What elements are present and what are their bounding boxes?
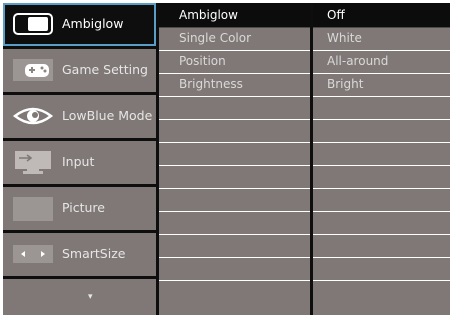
gamepad-icon bbox=[13, 59, 53, 81]
ambiglow-icon bbox=[13, 13, 53, 35]
menu-item-game-setting[interactable]: Game Setting bbox=[3, 49, 156, 92]
menu-item-smartsize[interactable]: SmartSize bbox=[3, 233, 156, 276]
scroll-down-button[interactable]: ▾ bbox=[3, 279, 156, 315]
options-empty-row bbox=[313, 97, 450, 120]
submenu-item-single-color[interactable]: Single Color bbox=[159, 28, 310, 51]
submenu-empty-row bbox=[159, 97, 310, 120]
osd-menu: Ambiglow Game Setting LowBlue Mode Input… bbox=[3, 3, 450, 315]
options-empty-row bbox=[313, 212, 450, 235]
submenu-empty-row bbox=[159, 235, 310, 258]
option-label: Bright bbox=[327, 77, 364, 91]
option-white[interactable]: White bbox=[313, 28, 450, 51]
submenu-item-label: Brightness bbox=[179, 77, 243, 91]
menu-item-label: Game Setting bbox=[62, 62, 148, 77]
options-empty-row bbox=[313, 166, 450, 189]
eye-icon bbox=[12, 107, 54, 125]
options-empty-row bbox=[313, 120, 450, 143]
submenu-empty-row bbox=[159, 212, 310, 235]
options-empty-row bbox=[313, 281, 450, 315]
options-empty-row bbox=[313, 258, 450, 281]
submenu-empty-row bbox=[159, 281, 310, 315]
submenu-empty-row bbox=[159, 143, 310, 166]
option-label: All-around bbox=[327, 54, 389, 68]
options-empty-row bbox=[313, 189, 450, 212]
submenu-empty-row bbox=[159, 120, 310, 143]
submenu-item-label: Ambiglow bbox=[179, 8, 238, 22]
option-off[interactable]: Off bbox=[313, 3, 450, 28]
chevron-down-icon: ▾ bbox=[88, 292, 93, 302]
menu-item-input[interactable]: Input bbox=[3, 141, 156, 184]
submenu-empty-row bbox=[159, 166, 310, 189]
menu-item-label: Picture bbox=[62, 200, 105, 215]
main-menu: Ambiglow Game Setting LowBlue Mode Input… bbox=[3, 3, 156, 315]
menu-item-picture[interactable]: Picture bbox=[3, 187, 156, 230]
option-label: White bbox=[327, 31, 362, 45]
submenu-empty-row bbox=[159, 258, 310, 281]
submenu-item-label: Single Color bbox=[179, 31, 252, 45]
picture-icon bbox=[13, 197, 53, 221]
submenu-empty-row bbox=[159, 189, 310, 212]
smartsize-icon bbox=[13, 245, 53, 263]
submenu: Ambiglow Single Color Position Brightnes… bbox=[159, 3, 310, 315]
menu-item-label: Ambiglow bbox=[62, 16, 124, 31]
submenu-item-ambiglow[interactable]: Ambiglow bbox=[159, 3, 310, 28]
submenu-item-position[interactable]: Position bbox=[159, 51, 310, 74]
submenu-item-label: Position bbox=[179, 54, 226, 68]
menu-item-label: SmartSize bbox=[62, 246, 126, 261]
option-bright[interactable]: Bright bbox=[313, 74, 450, 97]
submenu-item-brightness[interactable]: Brightness bbox=[159, 74, 310, 97]
menu-item-ambiglow[interactable]: Ambiglow bbox=[3, 3, 156, 46]
menu-item-label: LowBlue Mode bbox=[62, 108, 153, 123]
options-empty-row bbox=[313, 143, 450, 166]
option-all-around[interactable]: All-around bbox=[313, 51, 450, 74]
menu-item-lowblue-mode[interactable]: LowBlue Mode bbox=[3, 95, 156, 138]
options-empty-row bbox=[313, 235, 450, 258]
option-label: Off bbox=[327, 8, 345, 22]
options-list: Off White All-around Bright bbox=[313, 3, 450, 315]
menu-item-label: Input bbox=[62, 154, 95, 169]
input-icon bbox=[15, 151, 51, 174]
